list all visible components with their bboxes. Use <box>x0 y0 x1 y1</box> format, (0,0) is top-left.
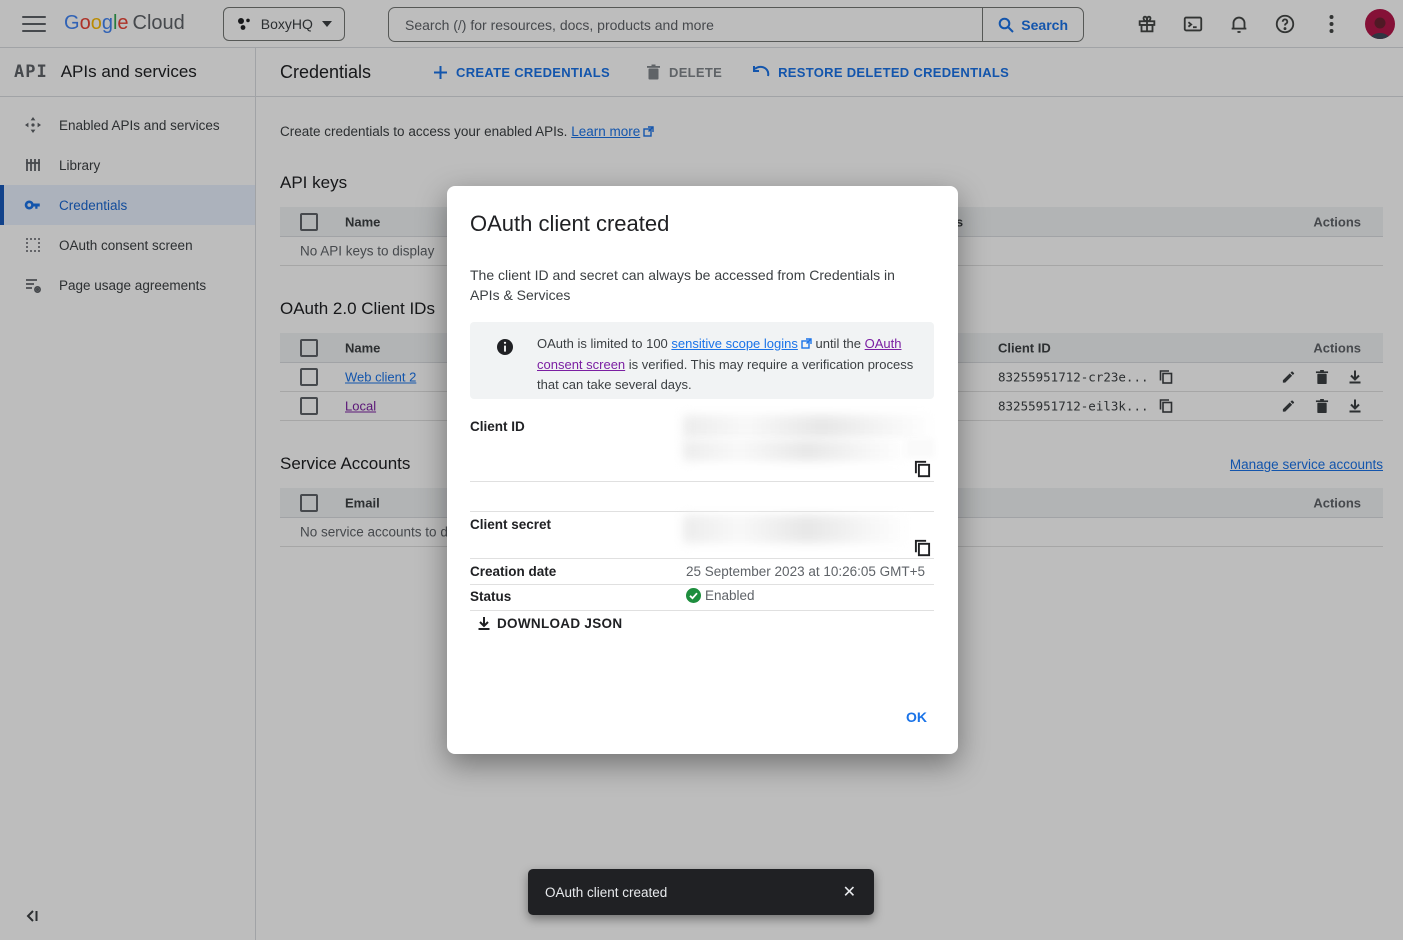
divider <box>470 481 934 482</box>
download-json-label: DOWNLOAD JSON <box>497 616 622 631</box>
toast: OAuth client created ✕ <box>528 869 874 915</box>
divider <box>470 610 934 611</box>
status-value: Enabled <box>705 588 755 603</box>
dialog-title: OAuth client created <box>470 211 669 237</box>
check-circle-icon <box>686 588 701 603</box>
download-json-button[interactable]: DOWNLOAD JSON <box>477 616 622 631</box>
client-secret-label: Client secret <box>470 517 551 532</box>
external-link-icon <box>801 335 812 355</box>
notice-mid: until the <box>812 336 865 351</box>
info-icon <box>497 339 513 355</box>
creation-date-label: Creation date <box>470 564 556 579</box>
client-secret-redacted-value <box>683 515 909 543</box>
sensitive-scope-logins-link[interactable]: sensitive scope logins <box>671 336 797 351</box>
status-label: Status <box>470 589 511 604</box>
status-badge: Enabled <box>686 588 755 603</box>
divider <box>470 558 934 559</box>
notice-text: OAuth is limited to 100 sensitive scope … <box>537 334 916 399</box>
divider <box>470 511 934 512</box>
redacted-chip <box>905 438 935 458</box>
oauth-client-created-dialog: OAuth client created The client ID and s… <box>447 186 958 754</box>
creation-date-value: 25 September 2023 at 10:26:05 GMT+5 <box>686 564 925 579</box>
client-id-label: Client ID <box>470 419 525 434</box>
client-id-redacted-value <box>683 440 909 461</box>
ok-button[interactable]: OK <box>900 707 933 727</box>
notice-pre: OAuth is limited to 100 <box>537 336 671 351</box>
copy-client-secret-icon[interactable] <box>914 539 931 556</box>
close-icon[interactable]: ✕ <box>839 878 860 906</box>
divider <box>470 584 934 585</box>
dialog-description: The client ID and secret can always be a… <box>470 265 922 305</box>
toast-message: OAuth client created <box>545 885 839 900</box>
copy-client-id-icon[interactable] <box>914 460 931 477</box>
client-id-redacted-value <box>683 415 935 438</box>
download-icon <box>477 616 491 631</box>
oauth-limit-notice: OAuth is limited to 100 sensitive scope … <box>470 322 934 399</box>
